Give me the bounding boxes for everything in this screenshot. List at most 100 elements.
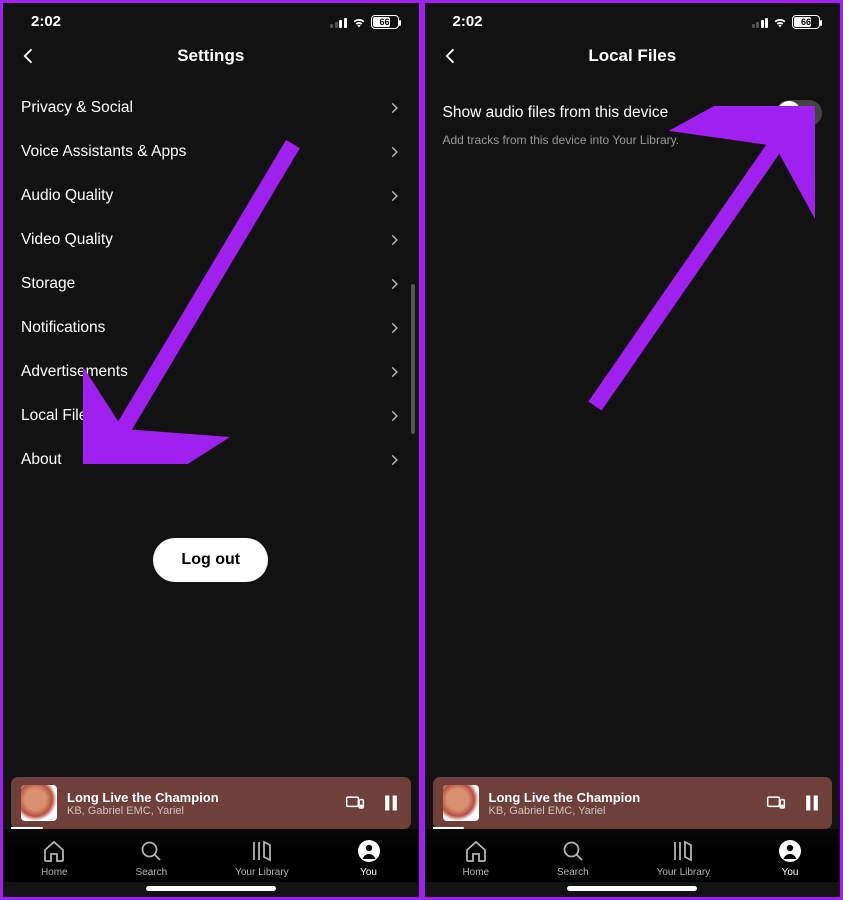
- settings-item-advertisements[interactable]: Advertisements: [3, 350, 419, 394]
- album-art: [443, 785, 479, 821]
- nav-label: You: [360, 867, 377, 878]
- home-indicator[interactable]: [146, 886, 276, 891]
- back-button[interactable]: [439, 44, 463, 68]
- settings-item-label: Advertisements: [21, 363, 128, 381]
- chevron-right-icon: [387, 101, 401, 115]
- nav-label: Search: [136, 867, 168, 878]
- header: Local Files: [425, 36, 841, 86]
- nav-search[interactable]: Search: [557, 839, 589, 878]
- track-artist: KB, Gabriel EMC, Yariel: [67, 805, 335, 817]
- chevron-right-icon: [387, 189, 401, 203]
- bottom-nav: Home Search Your Library You: [3, 829, 419, 882]
- library-icon: [671, 839, 695, 863]
- chevron-right-icon: [387, 409, 401, 423]
- playback-progress: [433, 827, 465, 830]
- settings-item-notifications[interactable]: Notifications: [3, 306, 419, 350]
- settings-item-label: Notifications: [21, 319, 105, 337]
- devices-icon[interactable]: [766, 793, 786, 813]
- battery-icon: 66: [371, 15, 399, 29]
- settings-item-label: Storage: [21, 275, 75, 293]
- status-bar: 2:02 66: [425, 3, 841, 36]
- settings-item-local-files[interactable]: Local Files: [3, 394, 419, 438]
- settings-item-label: Privacy & Social: [21, 99, 133, 117]
- nav-label: Home: [462, 867, 489, 878]
- nav-search[interactable]: Search: [136, 839, 168, 878]
- toggle-label: Show audio files from this device: [443, 104, 669, 122]
- search-icon: [139, 839, 163, 863]
- settings-item-voice-assistants[interactable]: Voice Assistants & Apps: [3, 130, 419, 174]
- nav-label: Your Library: [657, 867, 711, 878]
- chevron-right-icon: [387, 365, 401, 379]
- home-icon: [42, 839, 66, 863]
- settings-item-audio-quality[interactable]: Audio Quality: [3, 174, 419, 218]
- phone-settings: 2:02 66 Settings Privacy & Social Voice …: [0, 0, 422, 900]
- cell-signal-icon: [330, 16, 347, 28]
- wifi-icon: [772, 16, 788, 28]
- pause-icon[interactable]: [381, 792, 401, 814]
- home-indicator[interactable]: [567, 886, 697, 891]
- scrollbar[interactable]: [411, 284, 415, 434]
- chevron-left-icon: [19, 46, 39, 66]
- settings-item-label: Video Quality: [21, 231, 113, 249]
- cell-signal-icon: [752, 16, 769, 28]
- toggle-description: Add tracks from this device into Your Li…: [425, 132, 841, 161]
- clock: 2:02: [31, 13, 61, 30]
- nav-you[interactable]: You: [778, 839, 802, 878]
- track-title: Long Live the Champion: [67, 790, 335, 805]
- nav-label: Search: [557, 867, 589, 878]
- show-audio-files-row: Show audio files from this device: [425, 86, 841, 132]
- nav-library[interactable]: Your Library: [657, 839, 711, 878]
- battery-icon: 66: [792, 15, 820, 29]
- chevron-right-icon: [387, 453, 401, 467]
- chevron-left-icon: [441, 46, 461, 66]
- nav-you[interactable]: You: [357, 839, 381, 878]
- playback-progress: [11, 827, 43, 830]
- search-icon: [561, 839, 585, 863]
- status-icons: 66: [752, 15, 821, 29]
- clock: 2:02: [453, 13, 483, 30]
- track-title: Long Live the Champion: [489, 790, 757, 805]
- header: Settings: [3, 36, 419, 86]
- nav-label: Your Library: [235, 867, 289, 878]
- toggle-knob: [777, 101, 801, 125]
- nav-home[interactable]: Home: [41, 839, 68, 878]
- chevron-right-icon: [387, 321, 401, 335]
- now-playing-info: Long Live the Champion KB, Gabriel EMC, …: [67, 790, 335, 817]
- track-artist: KB, Gabriel EMC, Yariel: [489, 805, 757, 817]
- bottom-nav: Home Search Your Library You: [425, 829, 841, 882]
- album-art: [21, 785, 57, 821]
- now-playing-bar[interactable]: Long Live the Champion KB, Gabriel EMC, …: [11, 777, 411, 829]
- devices-icon[interactable]: [345, 793, 365, 813]
- nav-label: Home: [41, 867, 68, 878]
- user-icon: [778, 839, 802, 863]
- settings-item-privacy-social[interactable]: Privacy & Social: [3, 86, 419, 130]
- page-title: Settings: [41, 46, 381, 66]
- settings-item-video-quality[interactable]: Video Quality: [3, 218, 419, 262]
- settings-item-label: Audio Quality: [21, 187, 113, 205]
- now-playing-info: Long Live the Champion KB, Gabriel EMC, …: [489, 790, 757, 817]
- settings-list: Privacy & Social Voice Assistants & Apps…: [3, 86, 419, 777]
- settings-item-about[interactable]: About: [3, 438, 419, 482]
- status-icons: 66: [330, 15, 399, 29]
- library-icon: [250, 839, 274, 863]
- pause-icon[interactable]: [802, 792, 822, 814]
- now-playing-bar[interactable]: Long Live the Champion KB, Gabriel EMC, …: [433, 777, 833, 829]
- back-button[interactable]: [17, 44, 41, 68]
- home-icon: [464, 839, 488, 863]
- settings-item-storage[interactable]: Storage: [3, 262, 419, 306]
- logout-button[interactable]: Log out: [153, 538, 268, 582]
- user-icon: [357, 839, 381, 863]
- wifi-icon: [351, 16, 367, 28]
- page-title: Local Files: [463, 46, 803, 66]
- phone-local-files: 2:02 66 Local Files Show audio files fro…: [422, 0, 843, 900]
- settings-item-label: Voice Assistants & Apps: [21, 143, 186, 161]
- settings-item-label: About: [21, 451, 62, 469]
- nav-library[interactable]: Your Library: [235, 839, 289, 878]
- nav-label: You: [782, 867, 799, 878]
- chevron-right-icon: [387, 145, 401, 159]
- nav-home[interactable]: Home: [462, 839, 489, 878]
- local-files-content: Show audio files from this device Add tr…: [425, 86, 841, 777]
- settings-item-label: Local Files: [21, 407, 95, 425]
- chevron-right-icon: [387, 233, 401, 247]
- show-audio-files-toggle[interactable]: [776, 100, 822, 126]
